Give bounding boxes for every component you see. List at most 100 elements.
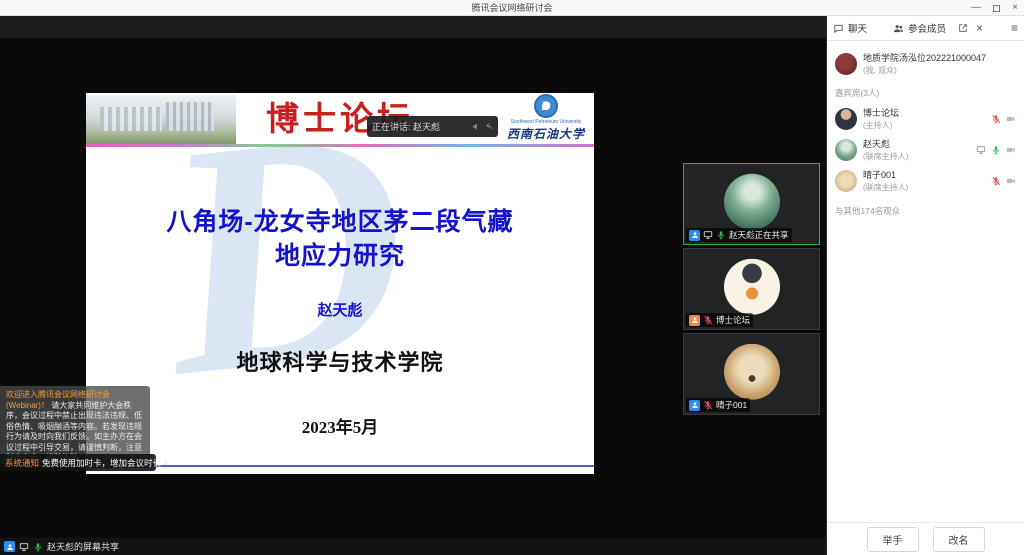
mic-on-icon <box>33 542 43 552</box>
panel-tools: × <box>958 23 983 33</box>
participant-role: (主持人) <box>863 120 985 131</box>
tile-name: 博士论坛 <box>716 314 750 326</box>
close-icon[interactable]: × <box>1012 0 1018 16</box>
slide-department: 地球科学与技术学院 <box>86 345 594 377</box>
tab-participants[interactable]: 参会成员 <box>893 21 946 35</box>
avatar <box>835 53 857 75</box>
participant-row-zhaotianbiao[interactable]: 赵天彪 (联席主持人) <box>835 134 1016 165</box>
tile-label: 博士论坛 <box>686 313 753 327</box>
stage-top-band <box>0 16 826 38</box>
video-tile-boshiluntan[interactable]: 博士论坛 <box>683 248 820 330</box>
slide-header: 博士论坛 D Southwest Petroleum University 西南… <box>86 93 594 147</box>
tile-name: 赵天彪正在共享 <box>729 229 789 241</box>
tile-name: 晴子001 <box>716 399 747 411</box>
avatar <box>724 344 780 400</box>
panel-tab-bar: 聊天 参会成员 × ≡ <box>827 16 1024 41</box>
speaking-banner-text: 正在讲话: 赵天彪 <box>372 120 469 133</box>
participant-row-qingzi001[interactable]: 晴子001 (联席主持人) <box>835 165 1016 196</box>
avatar <box>724 259 780 315</box>
participant-row-self[interactable]: 地质学院汤泓位202221000047 (我, 观众) <box>835 48 1016 79</box>
restore-icon[interactable] <box>993 5 1000 12</box>
mic-on-icon <box>716 230 726 240</box>
minimize-icon[interactable]: — <box>971 0 981 16</box>
participant-status-icons <box>991 176 1016 186</box>
slide-title: 八角场-龙女寺地区茅二段气藏 地应力研究 <box>86 205 594 273</box>
speaker-icon[interactable] <box>472 122 481 131</box>
window-titlebar: 腾讯会议网络研讨会 — × <box>0 0 1024 16</box>
mic-on-icon[interactable] <box>991 145 1001 155</box>
panel-action-bar: 举手 改名 <box>827 522 1024 555</box>
participant-role: (我, 观众) <box>863 65 1016 76</box>
slide-footer-line <box>106 465 594 467</box>
participant-info: 晴子001 (联席主持人) <box>863 168 985 193</box>
window-title: 腾讯会议网络研讨会 <box>471 1 552 14</box>
system-notice-badge: 系统通知 <box>5 457 39 469</box>
slide-author: 赵天彪 <box>86 299 594 320</box>
participant-info: 地质学院汤泓位202221000047 (我, 观众) <box>863 51 1016 76</box>
participant-role: (联席主持人) <box>863 182 985 193</box>
participant-role: (联席主持人) <box>863 151 970 162</box>
slide-date: 2023年5月 <box>86 413 594 438</box>
participant-list: 地质学院汤泓位202221000047 (我, 观众) 嘉宾席(3人) 博士论坛… <box>827 41 1024 522</box>
side-panel: 聊天 参会成员 × ≡ 地质学院汤泓位202221000047 (我, 观众) … <box>826 16 1024 555</box>
mic-muted-icon <box>703 400 713 410</box>
tab-chat-label: 聊天 <box>848 21 867 35</box>
mic-muted-icon[interactable] <box>991 176 1001 186</box>
speaking-banner: 正在讲话: 赵天彪 <box>367 116 498 137</box>
screen-share-icon <box>703 230 713 240</box>
person-badge-icon <box>689 400 700 411</box>
video-tile-list: 赵天彪正在共享 博士论坛 晴子001 <box>683 163 820 418</box>
mic-muted-icon <box>703 315 713 325</box>
participant-status-icons <box>991 114 1016 124</box>
avatar <box>835 170 857 192</box>
window-controls: — × <box>971 0 1018 16</box>
screen-share-icon <box>976 145 986 155</box>
avatar <box>835 108 857 130</box>
video-tile-zhaotianbiao[interactable]: 赵天彪正在共享 <box>683 163 820 245</box>
back-arrow-icon[interactable] <box>484 122 493 131</box>
raise-hand-button[interactable]: 举手 <box>867 527 919 552</box>
shared-screen-stage: 博士论坛 D Southwest Petroleum University 西南… <box>0 16 826 555</box>
slide-body: D 八角场-龙女寺地区茅二段气藏 地应力研究 赵天彪 地球科学与技术学院 202… <box>86 147 594 474</box>
mic-muted-icon[interactable] <box>991 114 1001 124</box>
popout-icon[interactable] <box>958 23 968 33</box>
university-logo: D Southwest Petroleum University 西南石油大学 <box>502 94 590 142</box>
camera-off-icon[interactable] <box>1006 176 1016 186</box>
guest-section-label: 嘉宾席(3人) <box>835 87 1016 99</box>
system-notice[interactable]: 系统通知 免费使用加时卡，增加会议时长 › <box>0 454 156 471</box>
camera-off-icon[interactable] <box>1006 114 1016 124</box>
avatar <box>724 174 780 230</box>
avatar <box>835 139 857 161</box>
share-bar-text: 赵天彪的屏幕共享 <box>47 540 119 553</box>
video-tile-qingzi001[interactable]: 晴子001 <box>683 333 820 415</box>
system-notice-text: 免费使用加时卡，增加会议时长 <box>42 457 161 469</box>
tab-chat[interactable]: 聊天 <box>833 21 867 35</box>
participant-status-icons <box>976 145 1016 155</box>
panel-menu-icon[interactable]: ≡ <box>1011 21 1018 35</box>
people-icon <box>893 23 904 34</box>
rename-button[interactable]: 改名 <box>933 527 985 552</box>
tile-label: 晴子001 <box>686 398 750 412</box>
person-badge-icon <box>689 230 700 241</box>
person-badge-icon <box>689 315 700 326</box>
participant-name: 地质学院汤泓位202221000047 <box>863 51 1016 64</box>
camera-off-icon[interactable] <box>1006 145 1016 155</box>
slide-title-line2: 地应力研究 <box>86 239 594 273</box>
participant-row-boshiluntan[interactable]: 博士论坛 (主持人) <box>835 103 1016 134</box>
presentation-slide: 博士论坛 D Southwest Petroleum University 西南… <box>86 93 594 474</box>
tile-label: 赵天彪正在共享 <box>686 228 792 242</box>
chevron-right-icon: › <box>164 457 167 468</box>
participant-info: 赵天彪 (联席主持人) <box>863 137 970 162</box>
participant-info: 博士论坛 (主持人) <box>863 106 985 131</box>
university-logo-icon: D <box>534 94 558 118</box>
chat-icon <box>833 23 844 34</box>
slide-title-line1: 八角场-龙女寺地区茅二段气藏 <box>86 205 594 239</box>
meeting-app: 腾讯会议网络研讨会 — × 博士论坛 D Southwest Petroleum… <box>0 0 1024 555</box>
university-name-zh: 西南石油大学 <box>502 125 590 142</box>
person-badge-icon <box>4 541 15 552</box>
participant-name: 晴子001 <box>863 168 985 181</box>
screen-share-status-bar: 赵天彪的屏幕共享 <box>0 538 826 555</box>
panel-close-icon[interactable]: × <box>976 23 983 33</box>
audience-count-note: 与其他174名观众 <box>835 205 1016 217</box>
participant-name: 博士论坛 <box>863 106 985 119</box>
